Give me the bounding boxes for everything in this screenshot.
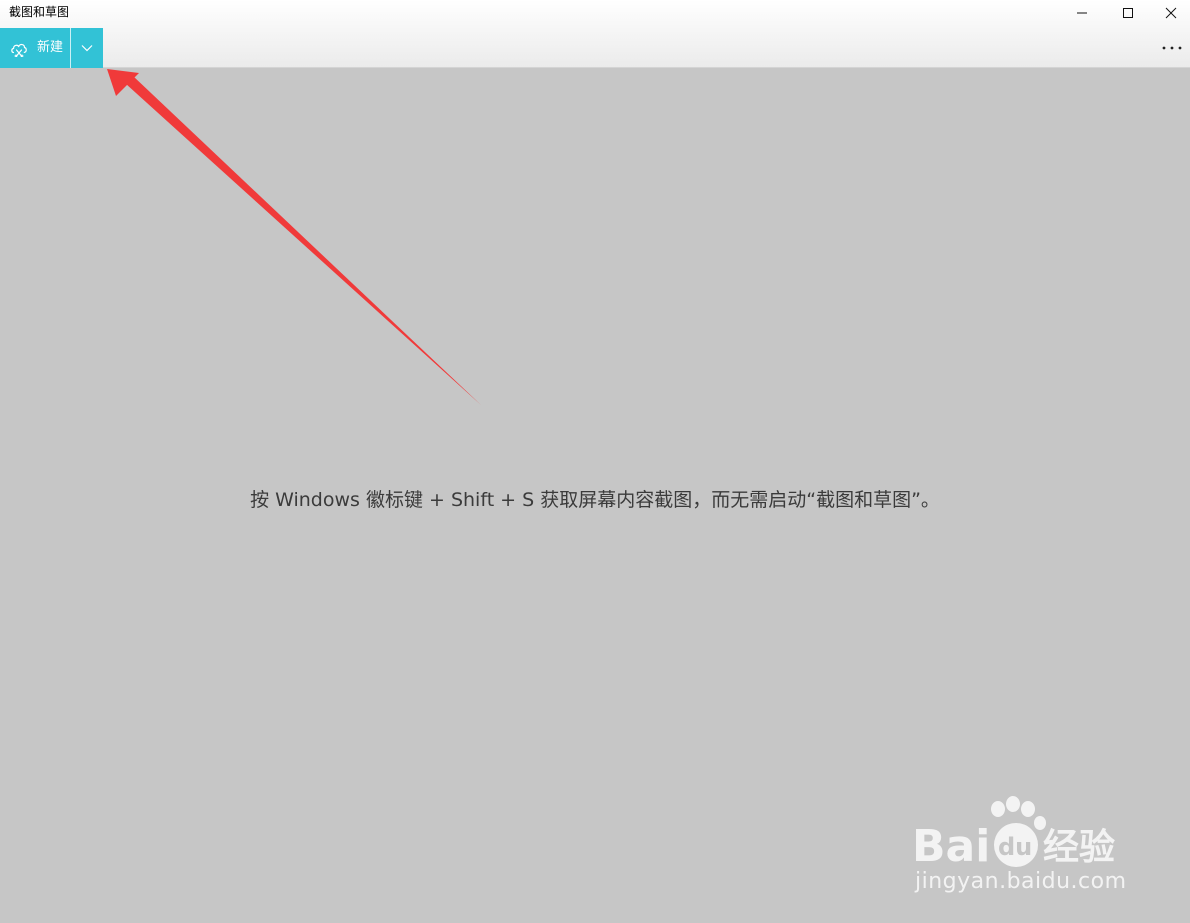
annotation-arrow [107, 69, 481, 405]
arrow-head [107, 69, 139, 96]
new-dropdown-button[interactable] [71, 28, 103, 68]
new-snip-split-button: 新建 [0, 28, 103, 68]
svg-text:Bai: Bai [912, 821, 990, 870]
minimize-button[interactable] [1059, 0, 1105, 26]
snip-icon [11, 43, 27, 57]
svg-text:du: du [998, 833, 1032, 861]
watermark-url: jingyan.baidu.com [915, 869, 1127, 894]
app-title: 截图和草图 [9, 5, 70, 19]
maximize-icon [1123, 8, 1133, 18]
chevron-down-icon [81, 45, 93, 52]
new-button[interactable]: 新建 [0, 28, 70, 68]
more-options-button[interactable] [1156, 36, 1188, 60]
baidu-logo: Bai du 经验 [912, 796, 1115, 872]
maximize-button[interactable] [1105, 0, 1151, 26]
close-icon [1165, 7, 1176, 19]
minimize-icon [1077, 12, 1087, 14]
more-icon [1162, 46, 1182, 50]
baidu-watermark: Bai du 经验 jingyan.baidu.com [910, 795, 1130, 900]
close-button[interactable] [1151, 0, 1190, 26]
svg-text:经验: 经验 [1043, 827, 1115, 868]
new-button-label: 新建 [37, 40, 64, 55]
arrow-shaft [126, 76, 481, 405]
title-bar: 截图和草图 新建 [0, 0, 1190, 68]
capture-shortcut-hint: 按 Windows 徽标键 + Shift + S 获取屏幕内容截图，而无需启动… [250, 489, 940, 511]
